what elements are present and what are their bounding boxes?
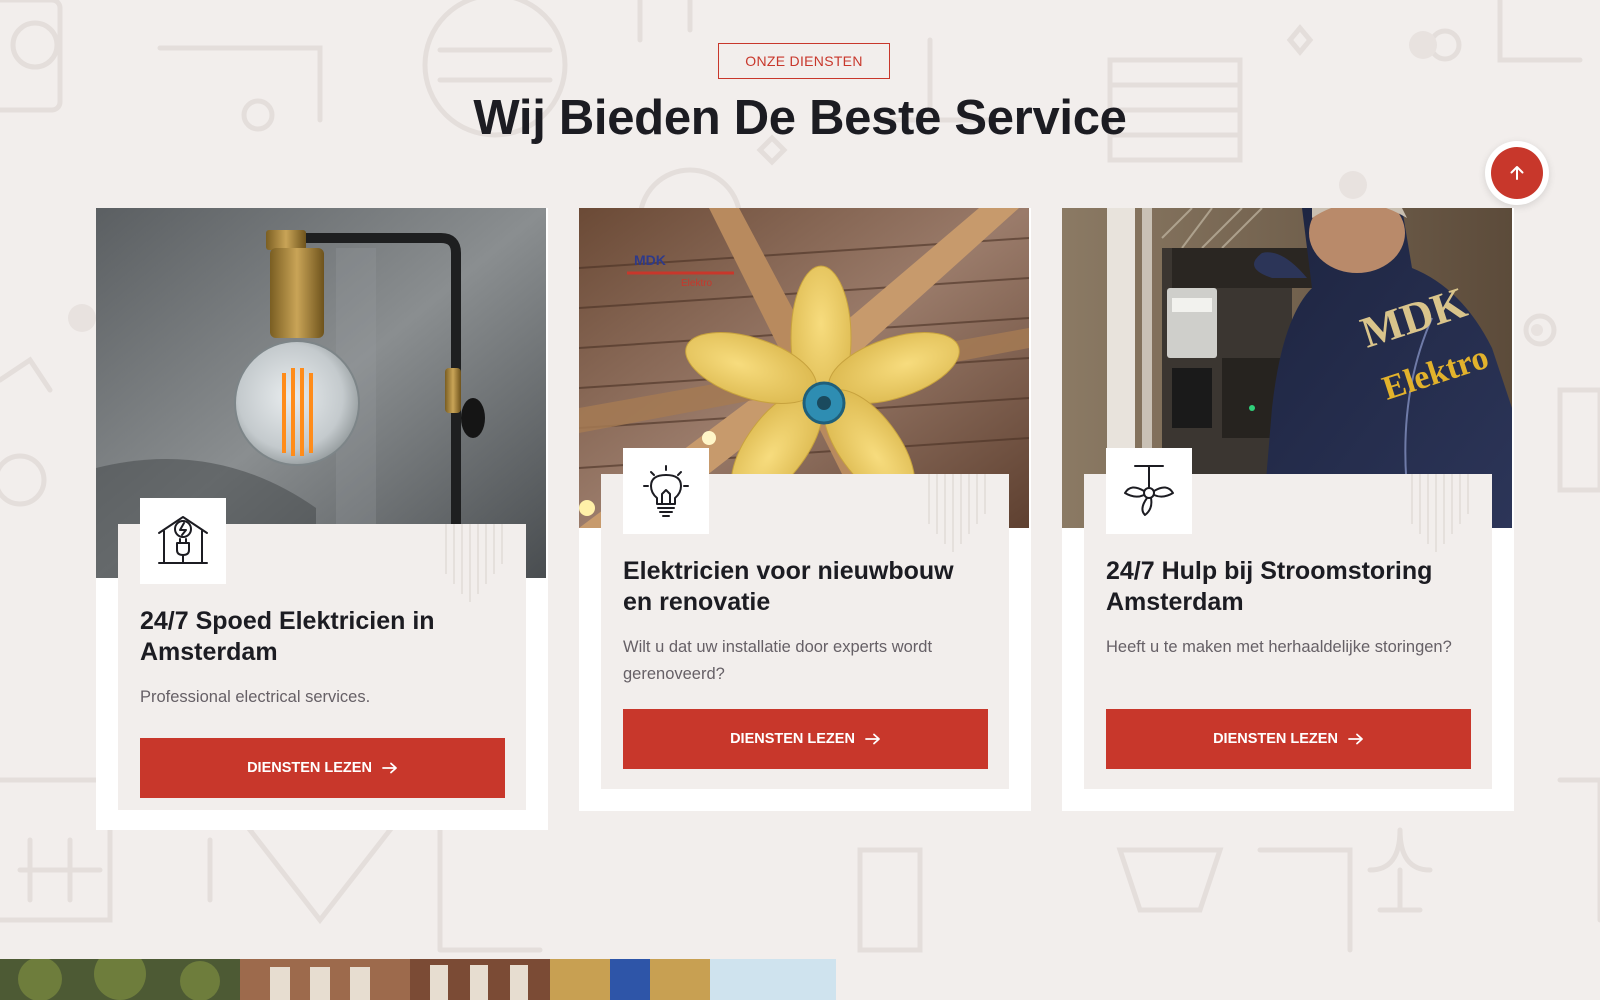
service-description: Wilt u dat uw installatie door experts w… bbox=[623, 638, 933, 683]
service-title: 24/7 Hulp bij Stroomstoring Amsterdam bbox=[1106, 557, 1433, 616]
read-service-button-label: DIENSTEN LEZEN bbox=[247, 760, 372, 776]
service-card-body: 24/7 Spoed Elektricien in Amsterdam Prof… bbox=[118, 498, 526, 810]
image-logo-text: MDK bbox=[634, 252, 666, 268]
service-title: Elektricien voor nieuwbouw en renovatie bbox=[623, 557, 954, 616]
arrow-right-icon bbox=[382, 762, 397, 774]
arrow-right-icon bbox=[865, 733, 880, 745]
read-service-button[interactable]: DIENSTEN LEZEN bbox=[140, 738, 505, 798]
service-icon-box bbox=[1106, 448, 1192, 534]
section-eyebrow: ONZE DIENSTEN bbox=[718, 43, 890, 79]
read-service-button[interactable]: DIENSTEN LEZEN bbox=[1106, 709, 1471, 769]
read-service-button-label: DIENSTEN LEZEN bbox=[1213, 731, 1338, 747]
read-service-button[interactable]: DIENSTEN LEZEN bbox=[623, 709, 988, 769]
service-description: Heeft u te maken met herhaaldelijke stor… bbox=[1106, 638, 1452, 656]
service-card: MDK Elektro Elektricien voor nieuwbouw e… bbox=[579, 208, 1031, 811]
service-card-body: 24/7 Hulp bij Stroomstoring Amsterdam He… bbox=[1084, 448, 1492, 789]
card-corner-lines bbox=[928, 474, 986, 552]
ceiling-fan-icon bbox=[1124, 465, 1174, 516]
read-service-button-label: DIENSTEN LEZEN bbox=[730, 731, 855, 747]
service-description: Professional electrical services. bbox=[140, 688, 371, 706]
arrow-right-icon bbox=[1348, 733, 1363, 745]
scroll-to-top-button[interactable] bbox=[1485, 141, 1549, 205]
section-title: Wij Bieden De Beste Service bbox=[473, 91, 1127, 145]
image-logo-subtext: Elektro bbox=[681, 278, 713, 289]
service-card-body: Elektricien voor nieuwbouw en renovatie … bbox=[601, 448, 1009, 789]
house-plug-icon bbox=[158, 516, 208, 564]
service-icon-box bbox=[140, 498, 226, 584]
arrow-up-icon bbox=[1510, 166, 1524, 180]
service-title: 24/7 Spoed Elektricien in Amsterdam bbox=[140, 607, 435, 666]
service-icon-box bbox=[623, 448, 709, 534]
card-corner-lines bbox=[1411, 474, 1469, 552]
service-card: MDK Elektro 24/7 Hulp bij Stroomstoring … bbox=[1062, 208, 1514, 811]
next-section-photo bbox=[0, 959, 836, 1000]
amsterdam-street-photo bbox=[0, 959, 836, 1000]
card-corner-lines bbox=[445, 524, 503, 602]
lightbulb-icon bbox=[643, 465, 689, 517]
service-card: 24/7 Spoed Elektricien in Amsterdam Prof… bbox=[96, 208, 548, 830]
